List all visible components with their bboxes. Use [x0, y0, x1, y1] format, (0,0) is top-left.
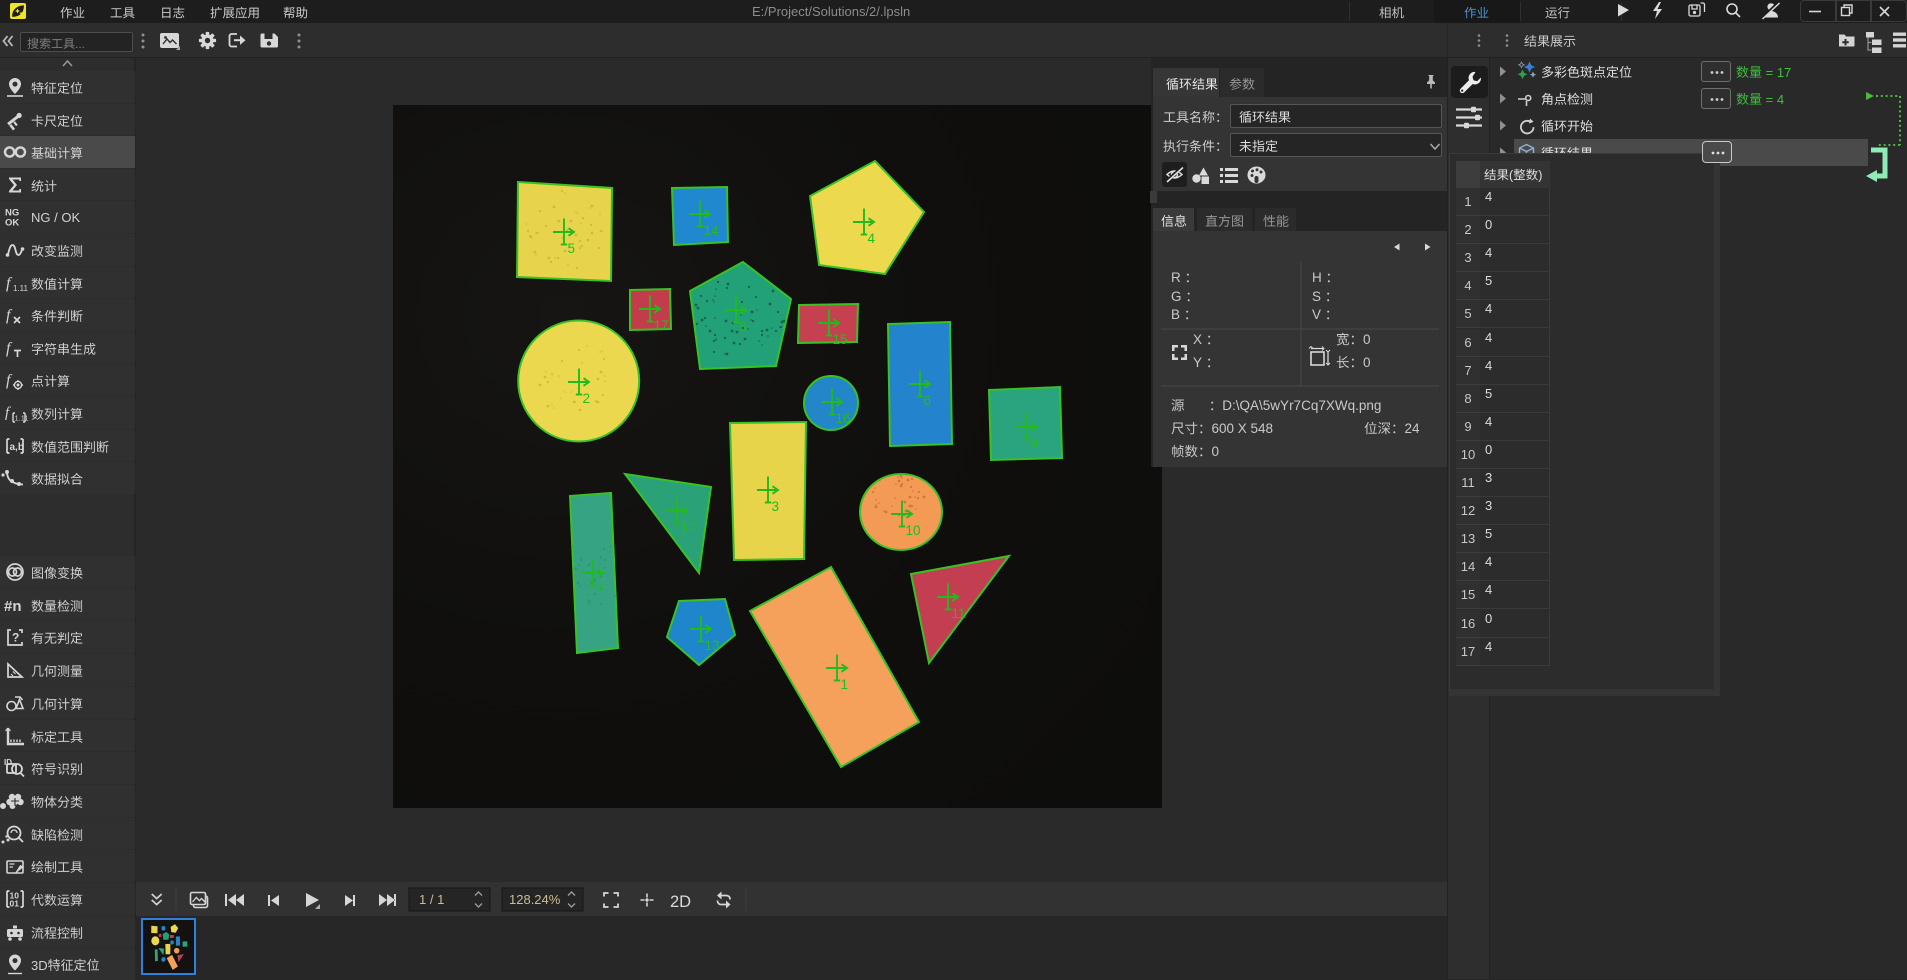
svg-text:?: ?	[12, 631, 19, 645]
svg-text:Y: Y	[1193, 355, 1206, 370]
svg-text:f: f	[6, 372, 13, 389]
svg-text:f: f	[6, 340, 13, 357]
svg-text:2D: 2D	[670, 893, 691, 911]
svg-text:(: (	[1509, 168, 1514, 182]
svg-text:= 17: = 17	[1762, 65, 1791, 80]
svg-text:a,b: a,b	[10, 442, 24, 453]
svg-text:): )	[1538, 168, 1542, 182]
svg-text:4: 4	[868, 231, 876, 246]
svg-text:7: 7	[597, 582, 605, 597]
svg-text:1.11: 1.11	[15, 414, 29, 423]
svg-text:12: 12	[681, 520, 696, 535]
svg-text:9: 9	[1031, 436, 1039, 451]
svg-text:3: 3	[772, 499, 780, 514]
svg-text:01: 01	[10, 899, 20, 909]
svg-text:17: 17	[654, 318, 669, 333]
svg-text:1.11: 1.11	[13, 284, 29, 293]
svg-text:G: G	[1171, 289, 1185, 304]
svg-text:15: 15	[833, 332, 848, 347]
svg-text:H: H	[1312, 270, 1326, 285]
svg-text:3D: 3D	[31, 958, 48, 973]
svg-text:0: 0	[1363, 332, 1371, 347]
svg-text:2: 2	[583, 391, 591, 406]
svg-text:= 4: = 4	[1762, 92, 1784, 107]
svg-text:ID: ID	[4, 758, 12, 767]
svg-text:16: 16	[836, 411, 851, 426]
svg-text:f: f	[5, 405, 11, 421]
svg-text:6: 6	[924, 393, 932, 408]
svg-text:8: 8	[740, 319, 748, 334]
svg-text:f: f	[6, 307, 13, 324]
svg-text:13: 13	[705, 638, 720, 653]
svg-text:V: V	[1312, 307, 1325, 322]
svg-text:B: B	[1171, 307, 1184, 322]
svg-text:1: 1	[841, 677, 849, 692]
svg-text:5: 5	[568, 241, 576, 256]
svg-text:X: X	[1193, 332, 1206, 347]
svg-text:14: 14	[704, 223, 720, 238]
svg-text:10: 10	[906, 523, 921, 538]
svg-text:24: 24	[1405, 421, 1421, 436]
svg-text:OK: OK	[5, 218, 19, 229]
svg-text:0: 0	[1363, 355, 1371, 370]
svg-text:128.24%: 128.24%	[509, 892, 561, 907]
svg-text:R: R	[1171, 270, 1185, 285]
svg-text:...: ...	[75, 37, 85, 51]
svg-text:#n: #n	[4, 598, 22, 615]
svg-text:S: S	[1312, 289, 1325, 304]
svg-text:0: 0	[1212, 444, 1220, 459]
svg-text:11: 11	[952, 606, 966, 621]
svg-text:D:\QA\5wYr7Cq7XWq.png: D:\QA\5wYr7Cq7XWq.png	[1222, 398, 1381, 413]
svg-text:1 / 1: 1 / 1	[419, 892, 444, 907]
svg-text:600 X 548: 600 X 548	[1212, 421, 1274, 436]
svg-text:f: f	[6, 275, 13, 292]
